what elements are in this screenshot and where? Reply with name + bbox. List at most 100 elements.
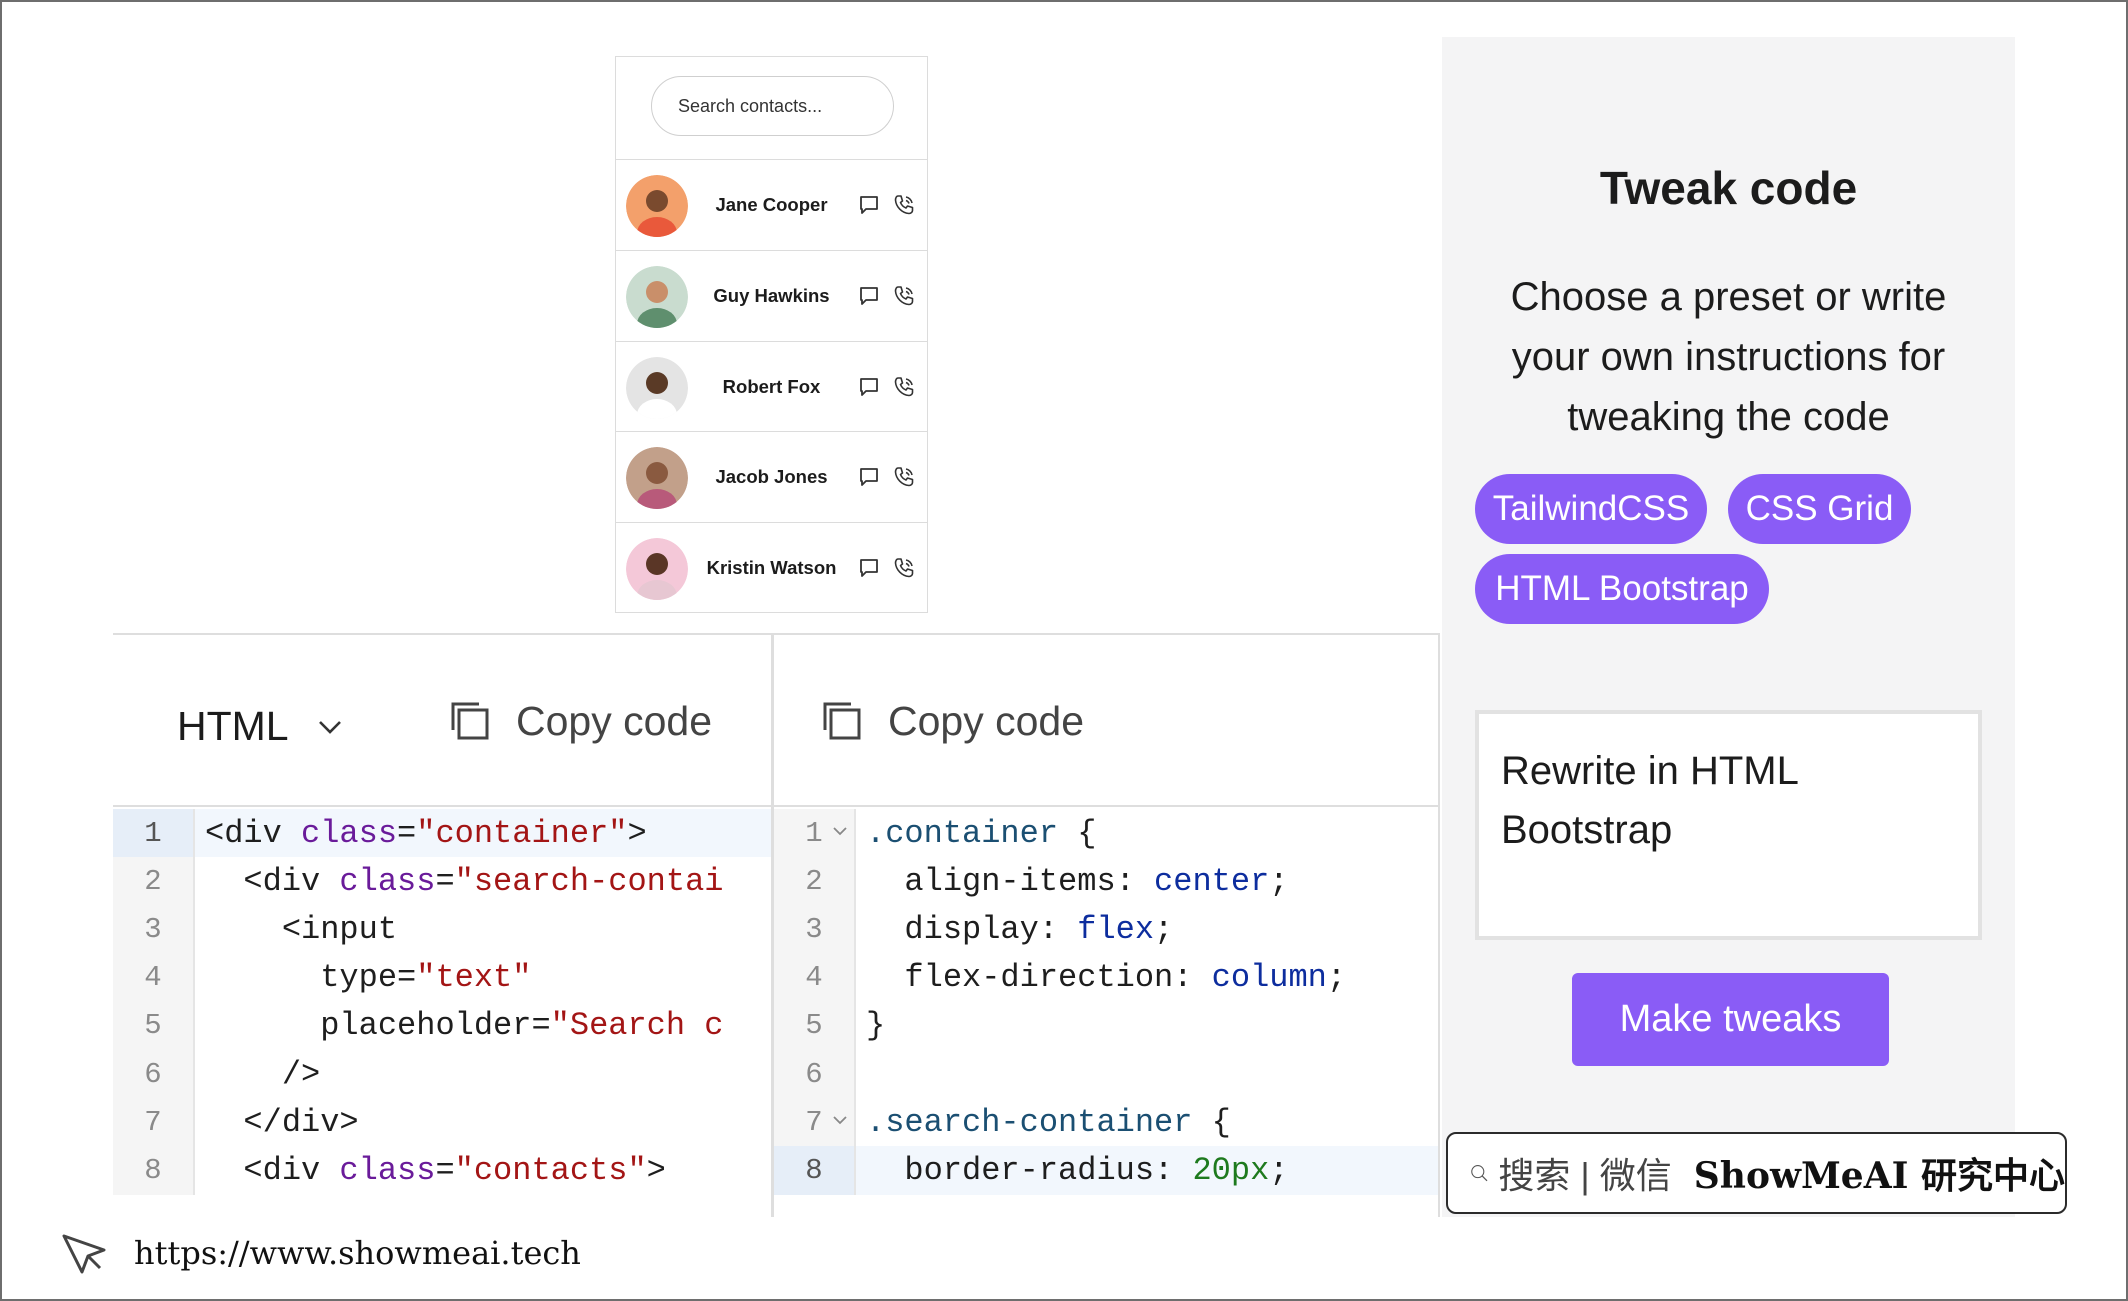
- chat-icon[interactable]: [857, 193, 881, 217]
- phone-icon[interactable]: [892, 284, 916, 308]
- code-token: =: [397, 814, 417, 852]
- copy-html-button[interactable]: Copy code: [446, 697, 712, 745]
- chat-icon[interactable]: [857, 465, 881, 489]
- code-token: class: [339, 1151, 436, 1189]
- code-token: />: [205, 1055, 321, 1093]
- preset-css-grid-button[interactable]: CSS Grid: [1728, 474, 1911, 544]
- html-code-editor[interactable]: 1 <div class="container"> 2 <div class="se…: [113, 809, 771, 1217]
- line-number-label: 1: [805, 816, 823, 850]
- code-token: align-items:: [866, 862, 1155, 900]
- line-number: 8: [774, 1146, 856, 1195]
- line-number: 4: [774, 953, 856, 1002]
- code-token: ;: [1326, 959, 1347, 997]
- code-line: 3 display: flex;: [774, 905, 1438, 954]
- code-text: <div class="container">: [195, 815, 647, 852]
- code-token: ;: [1269, 1151, 1289, 1189]
- line-number: 6: [113, 1049, 195, 1099]
- code-token: "Search c: [550, 1007, 724, 1045]
- fold-chevron-icon[interactable]: [832, 1114, 848, 1126]
- footer-url[interactable]: https://www.showmeai.tech: [134, 1234, 581, 1272]
- chat-icon[interactable]: [857, 375, 881, 399]
- contact-list: Jane Cooper Guy Hawkins Robert Fox Jacob Jo…: [616, 160, 927, 614]
- code-line: 8 border-radius: 20px;: [774, 1146, 1438, 1195]
- code-token: >: [646, 1151, 666, 1189]
- chat-icon[interactable]: [857, 556, 881, 580]
- search-icon: [1471, 1165, 1488, 1182]
- copy-label: Copy code: [516, 697, 713, 744]
- line-number-label: 4: [805, 961, 823, 995]
- line-number-label: 2: [805, 864, 823, 898]
- chat-icon[interactable]: [857, 284, 881, 308]
- line-number-label: 3: [144, 912, 162, 946]
- line-number-label: 8: [144, 1153, 162, 1187]
- code-line: 7 </div>: [113, 1098, 771, 1147]
- watermark-search-box: 搜索 | 微信 ShowMeAI 研究中心: [1446, 1132, 2067, 1214]
- avatar: [626, 538, 688, 601]
- watermark-text: 搜索 | 微信: [1498, 1155, 1672, 1196]
- phone-icon[interactable]: [892, 556, 916, 580]
- phone-icon[interactable]: [892, 465, 916, 489]
- tweak-instructions-textarea[interactable]: Rewrite in HTML Bootstrap: [1475, 710, 1982, 940]
- phone-icon[interactable]: [892, 193, 916, 217]
- code-token: class: [301, 814, 398, 852]
- code-token: <div: [205, 862, 340, 900]
- code-token: border-radius:: [866, 1151, 1193, 1189]
- contact-row[interactable]: Guy Hawkins: [616, 251, 927, 342]
- code-line: 1 <div class="container">: [113, 809, 771, 858]
- code-token: type=: [205, 959, 417, 997]
- fold-chevron-icon[interactable]: [832, 825, 848, 837]
- phone-icon[interactable]: [892, 375, 916, 399]
- avatar: [626, 447, 688, 510]
- code-token: class: [339, 862, 436, 900]
- line-number: 2: [774, 857, 856, 906]
- css-code-editor[interactable]: 1 .container {2 align-items: center; 3 dis…: [774, 809, 1438, 1217]
- line-number-label: 8: [805, 1153, 823, 1187]
- preset-html-bootstrap-button[interactable]: HTML Bootstrap: [1475, 554, 1769, 624]
- contact-row[interactable]: Robert Fox: [616, 342, 927, 433]
- html-code-panel: HTML Copy code 1 <div class="container"> 2…: [113, 633, 771, 1217]
- code-line: 8 <div class="contacts">: [113, 1146, 771, 1195]
- code-token: column: [1211, 959, 1327, 997]
- code-token: {: [1192, 1103, 1231, 1141]
- contact-row[interactable]: Kristin Watson: [616, 523, 927, 614]
- contact-row[interactable]: Jacob Jones: [616, 432, 927, 524]
- avatar: [626, 175, 688, 237]
- code-text: .container {: [856, 815, 1096, 852]
- code-text: />: [195, 1056, 320, 1093]
- line-number: 5: [113, 1001, 195, 1050]
- line-number-label: 5: [805, 1009, 823, 1043]
- preset-tailwindcss-button[interactable]: TailwindCSS: [1475, 474, 1707, 544]
- line-number-label: 7: [144, 1105, 162, 1139]
- language-select[interactable]: HTML: [177, 703, 343, 750]
- code-token: </div>: [205, 1103, 359, 1141]
- copy-icon: [823, 702, 861, 740]
- code-token: 20px: [1192, 1151, 1270, 1189]
- code-token: =: [435, 862, 455, 900]
- code-text: flex-direction: column;: [856, 959, 1346, 996]
- code-text: <div class="search-contai: [195, 863, 723, 900]
- line-number-label: 5: [144, 1009, 162, 1043]
- line-number-label: 3: [805, 912, 823, 946]
- code-line: 6 />: [113, 1049, 771, 1099]
- make-tweaks-button[interactable]: Make tweaks: [1572, 973, 1889, 1066]
- line-number-label: 6: [144, 1057, 162, 1091]
- contact-name: Kristin Watson: [706, 557, 837, 579]
- code-text: border-radius: 20px;: [856, 1152, 1288, 1189]
- search-contacts-input[interactable]: Search contacts...: [651, 76, 894, 136]
- code-line: 2 <div class="search-contai: [113, 857, 771, 906]
- line-number: 3: [774, 905, 856, 954]
- line-number-label: 7: [805, 1105, 823, 1139]
- code-text: placeholder="Search c: [195, 1007, 723, 1044]
- line-number: 7: [113, 1098, 195, 1147]
- tweak-title: Tweak code: [1599, 162, 1858, 214]
- contacts-preview-card: Search contacts... Jane Cooper Guy Hawkin…: [615, 56, 928, 613]
- line-number: 7: [774, 1098, 856, 1147]
- code-token: <input: [205, 910, 398, 948]
- code-token: "search-contai: [454, 862, 724, 900]
- code-token: placeholder=: [205, 1007, 551, 1045]
- contact-row[interactable]: Jane Cooper: [616, 160, 927, 251]
- line-number-label: 6: [805, 1057, 823, 1091]
- code-token: flex-direction:: [866, 959, 1212, 997]
- copy-css-button[interactable]: Copy code: [818, 697, 1084, 745]
- contact-name: Robert Fox: [722, 375, 821, 397]
